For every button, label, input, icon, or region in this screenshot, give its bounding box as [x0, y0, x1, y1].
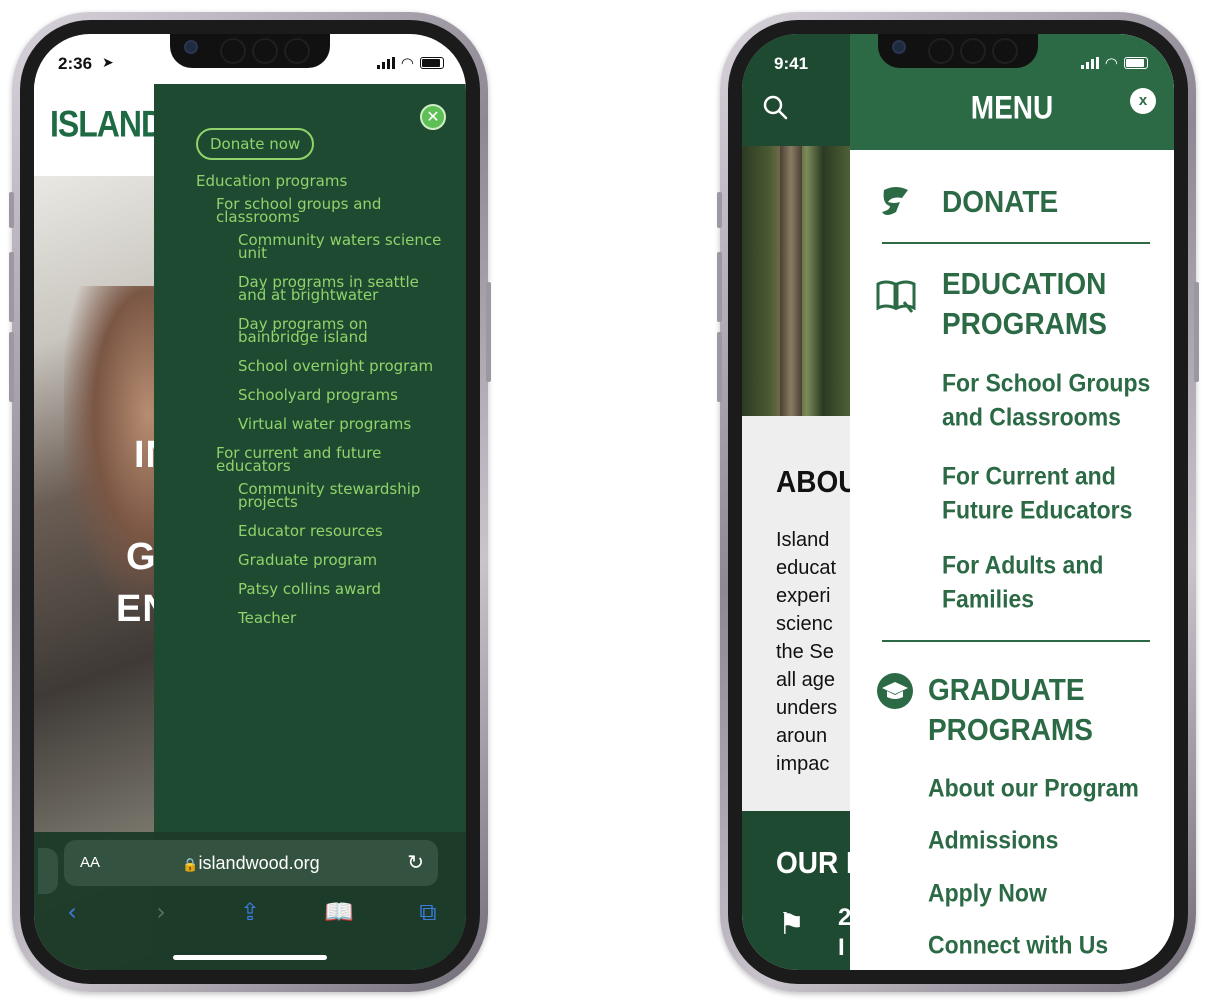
nav-item-stewardship[interactable]: Community stewardship projects	[238, 482, 444, 510]
nav-item-virtual-water[interactable]: Virtual water programs	[238, 417, 444, 432]
camera-icon	[184, 40, 198, 54]
wifi-icon: ◠	[400, 55, 414, 72]
menu-item-education-title[interactable]: EDUCATION	[942, 262, 1106, 306]
menu-item-educators[interactable]: For Current and	[942, 457, 1116, 494]
impact-title: OUR I	[776, 845, 854, 880]
open-book-icon	[876, 280, 916, 313]
nav-list: Education programs For school groups and…	[196, 174, 444, 626]
menu-item-school-groups[interactable]: and Classrooms	[942, 398, 1121, 435]
nav-item-patsy-collins[interactable]: Patsy collins award	[238, 582, 444, 597]
lock-icon: 🔒	[182, 857, 199, 872]
menu-item-adults-families[interactable]: Families	[942, 580, 1034, 617]
nav-item-educators[interactable]: For current and future educators	[216, 446, 444, 474]
notch	[170, 34, 330, 68]
about-text: Island educat experi scienc the Se all a…	[776, 529, 838, 775]
right-screen: 9:41 ◠ ABOU Island educat experi scienc …	[742, 34, 1174, 970]
search-icon[interactable]	[762, 94, 788, 120]
donate-hand-icon	[882, 187, 908, 215]
divider	[882, 242, 1150, 244]
menu-title: MENU	[970, 89, 1054, 126]
menu-item-donate[interactable]: DONATE	[942, 180, 1058, 224]
nav-item-day-programs-seattle[interactable]: Day programs in seattle and at brightwat…	[238, 275, 444, 303]
mockup-stage: 2:36 ➤ ◠ ISLANDW IN GI EN	[0, 0, 1208, 1006]
signal-icon	[376, 57, 395, 69]
volume-up-button	[9, 252, 14, 322]
menu-item-about-program[interactable]: About our Program	[928, 769, 1139, 806]
nav-item-educator-resources[interactable]: Educator resources	[238, 524, 444, 539]
nav-item-teacher[interactable]: Teacher	[238, 611, 444, 626]
address-bar[interactable]: AA 🔒islandwood.org ↻	[38, 840, 438, 894]
location-arrow-icon: ➤	[102, 54, 114, 70]
previous-tab-preview[interactable]	[38, 848, 58, 894]
mute-switch	[9, 192, 14, 228]
volume-up-button	[717, 252, 722, 322]
volume-down-button	[9, 332, 14, 402]
power-button	[1194, 282, 1199, 382]
divider	[882, 640, 1150, 642]
menu-item-apply-now[interactable]: Apply Now	[928, 874, 1047, 911]
share-icon[interactable]: ⇪	[230, 898, 270, 926]
back-icon[interactable]: ‹	[52, 898, 92, 926]
nav-item-community-waters[interactable]: Community waters science unit	[238, 233, 444, 261]
menu-item-admissions[interactable]: Admissions	[928, 821, 1058, 858]
power-button	[486, 282, 491, 382]
bookmarks-icon[interactable]: 📖	[319, 898, 359, 926]
signal-icon	[1080, 57, 1099, 69]
phone-right: 9:41 ◠ ABOU Island educat experi scienc …	[717, 12, 1199, 992]
forward-icon[interactable]: ›	[141, 898, 181, 926]
wifi-icon: ◠	[1104, 55, 1118, 72]
volume-down-button	[717, 332, 722, 402]
close-icon[interactable]: ✕	[420, 104, 446, 130]
menu-item-graduate-title[interactable]: GRADUATE	[928, 668, 1085, 712]
nav-drawer: MENU x DONATE EDUCATION PROGRAMS For Sch…	[850, 34, 1174, 970]
notch	[878, 34, 1038, 68]
url-text: islandwood.org	[198, 853, 320, 873]
menu-item-graduate-title[interactable]: PROGRAMS	[928, 708, 1093, 752]
menu-item-education-title[interactable]: PROGRAMS	[942, 302, 1107, 346]
nav-item-school-overnight[interactable]: School overnight program	[238, 359, 444, 374]
about-section: ABOU Island educat experi scienc the Se …	[742, 416, 858, 811]
left-screen: 2:36 ➤ ◠ ISLANDW IN GI EN	[34, 34, 466, 970]
phone-left: 2:36 ➤ ◠ ISLANDW IN GI EN	[9, 12, 491, 992]
home-indicator	[173, 955, 327, 960]
menu-item-school-groups[interactable]: For School Groups	[942, 364, 1150, 401]
camera-icon	[892, 40, 906, 54]
graduation-cap-icon	[877, 673, 913, 709]
impact-section: OUR I ⚑ 2 I	[742, 811, 854, 970]
forest-image	[742, 146, 850, 416]
nav-item-education-programs[interactable]: Education programs	[196, 174, 444, 189]
hikers-icon: ⚑	[778, 907, 805, 942]
status-time: 2:36	[58, 54, 93, 73]
menu-item-adults-families[interactable]: For Adults and	[942, 546, 1103, 583]
nav-item-day-programs-bainbridge[interactable]: Day programs on bainbridge island	[238, 317, 444, 345]
battery-icon	[420, 57, 444, 69]
nav-item-schoolyard[interactable]: Schoolyard programs	[238, 388, 444, 403]
tabs-icon[interactable]: ⧉	[408, 898, 448, 926]
safari-toolbar: AA 🔒islandwood.org ↻ ‹ › ⇪ 📖 ⧉	[34, 832, 466, 970]
about-title: ABOU	[776, 464, 859, 499]
nav-item-school-groups[interactable]: For school groups and classrooms	[216, 197, 444, 225]
menu-item-educators[interactable]: Future Educators	[942, 491, 1132, 528]
reload-icon[interactable]: ↻	[407, 850, 424, 875]
nav-item-graduate-program[interactable]: Graduate program	[238, 553, 444, 568]
donate-button[interactable]: Donate now	[196, 128, 315, 160]
menu-item-connect[interactable]: Connect with Us	[928, 926, 1108, 963]
status-time: 9:41	[774, 54, 809, 73]
battery-icon	[1124, 57, 1148, 69]
mute-switch	[717, 192, 722, 228]
